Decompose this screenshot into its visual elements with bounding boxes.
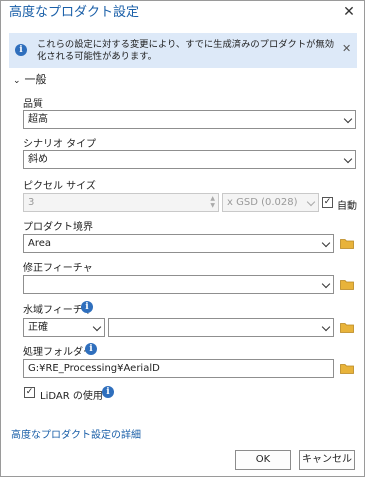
folder-icon[interactable] bbox=[340, 279, 354, 290]
correction-dropdown[interactable] bbox=[23, 275, 334, 294]
pixel-size-label: ピクセル サイズ bbox=[23, 181, 96, 192]
info-icon[interactable]: i bbox=[81, 301, 93, 313]
banner-message: これらの設定に対する変更により、すでに生成済みのプロダクトが無効化される可能性が… bbox=[37, 39, 335, 62]
info-icon[interactable]: i bbox=[102, 386, 114, 398]
correction-label: 修正フィーチャ bbox=[23, 263, 93, 274]
details-link[interactable]: 高度なプロダクト設定の詳細 bbox=[11, 426, 141, 441]
boundary-value: Area bbox=[28, 238, 52, 249]
pixel-size-unit-dropdown: x GSD (0.028) bbox=[222, 193, 319, 212]
chevron-down-icon bbox=[321, 322, 331, 332]
pixel-size-value: 3 bbox=[28, 197, 35, 208]
advanced-product-settings-dialog: 高度なプロダクト設定 ✕ i これらの設定に対する変更により、すでに生成済みのプ… bbox=[0, 0, 365, 477]
close-icon[interactable]: ✕ bbox=[340, 3, 358, 21]
auto-label: 自動 bbox=[337, 201, 357, 212]
chevron-down-icon bbox=[321, 238, 331, 248]
info-banner: i これらの設定に対する変更により、すでに生成済みのプロダクトが無効化される可能… bbox=[9, 33, 357, 68]
dialog-title: 高度なプロダクト設定 bbox=[9, 5, 140, 20]
info-icon[interactable]: i bbox=[85, 343, 97, 355]
water-mode-dropdown[interactable]: 正確 bbox=[23, 318, 105, 337]
quality-label: 品質 bbox=[23, 99, 43, 110]
boundary-dropdown[interactable]: Area bbox=[23, 234, 334, 253]
quality-value: 超高 bbox=[28, 114, 48, 125]
water-mode-value: 正確 bbox=[28, 322, 48, 333]
pixel-size-input: 3 ▲ ▼ bbox=[23, 193, 219, 212]
info-icon: i bbox=[15, 44, 27, 56]
processing-value: G:¥RE_Processing¥AerialD bbox=[28, 363, 160, 374]
water-dropdown[interactable] bbox=[108, 318, 334, 337]
chevron-down-icon: ⌄ bbox=[13, 76, 21, 86]
auto-checkbox[interactable]: ✓ bbox=[322, 197, 333, 208]
section-label: 一般 bbox=[24, 73, 47, 86]
section-general-header[interactable]: ⌄ 一般 bbox=[13, 71, 47, 87]
banner-close-icon[interactable]: ✕ bbox=[342, 42, 351, 55]
quality-dropdown[interactable]: 超高 bbox=[23, 110, 356, 129]
chevron-down-icon bbox=[306, 197, 316, 207]
chevron-down-icon bbox=[343, 154, 353, 164]
spinner-icon: ▲ ▼ bbox=[210, 195, 215, 209]
chevron-down-icon bbox=[92, 322, 102, 332]
chevron-down-icon bbox=[343, 114, 353, 124]
folder-icon[interactable] bbox=[340, 322, 354, 333]
folder-icon[interactable] bbox=[340, 363, 354, 374]
processing-folder-input[interactable]: G:¥RE_Processing¥AerialD bbox=[23, 359, 334, 378]
chevron-down-icon bbox=[321, 279, 331, 289]
pixel-size-unit-value: x GSD (0.028) bbox=[227, 197, 298, 208]
scenario-label: シナリオ タイプ bbox=[23, 139, 97, 150]
boundary-label: プロダクト境界 bbox=[23, 222, 93, 233]
cancel-button[interactable]: キャンセル bbox=[299, 450, 355, 470]
lidar-checkbox[interactable]: ✓ bbox=[24, 387, 35, 398]
folder-icon[interactable] bbox=[340, 238, 354, 249]
scenario-dropdown[interactable]: 斜め bbox=[23, 150, 356, 169]
scenario-value: 斜め bbox=[28, 154, 48, 165]
processing-label: 処理フォルダー bbox=[23, 347, 93, 358]
ok-button[interactable]: OK bbox=[235, 450, 291, 470]
lidar-label: LiDAR の使用 bbox=[40, 391, 103, 402]
